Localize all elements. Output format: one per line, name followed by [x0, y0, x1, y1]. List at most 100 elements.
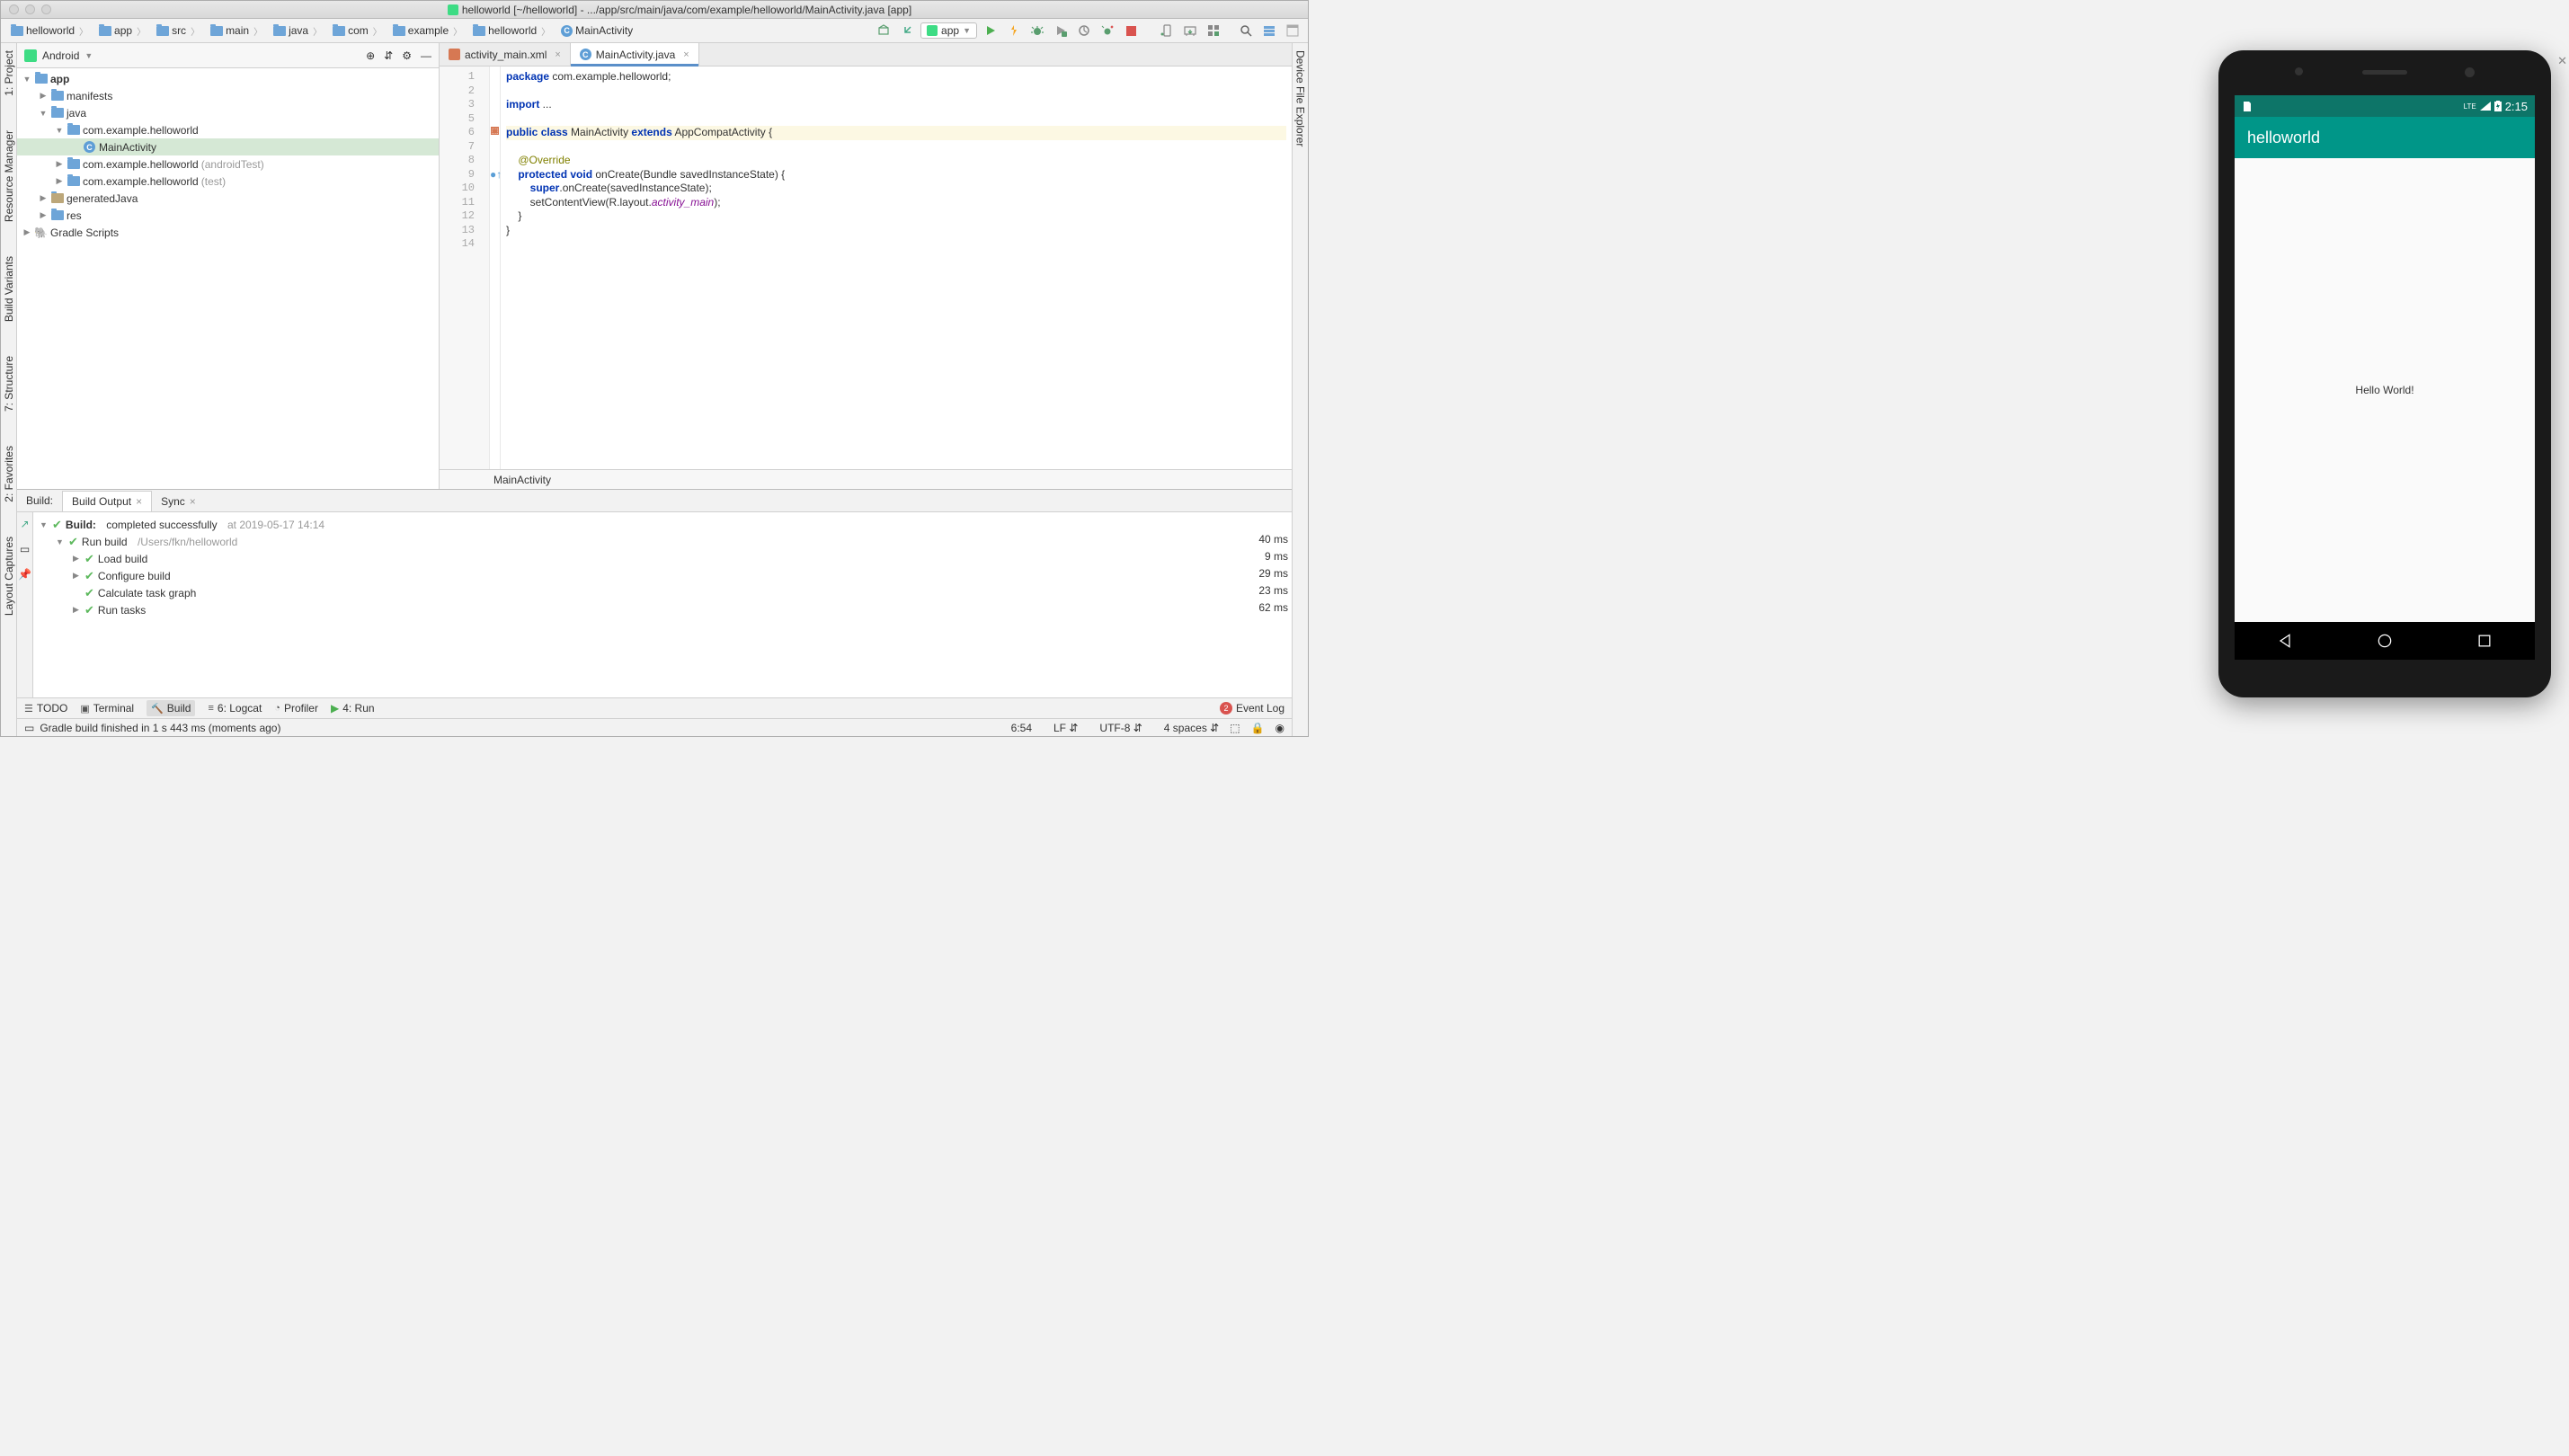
android-icon [927, 25, 938, 36]
tree-row[interactable]: ▶manifests [17, 87, 439, 104]
tree-row[interactable]: ▶com.example.helloworld (androidTest) [17, 155, 439, 173]
line-number-gutter: 123567891011121314 [440, 67, 490, 469]
apply-changes-button[interactable] [1004, 21, 1024, 40]
window-title: helloworld [~/helloworld] - .../app/src/… [51, 4, 1308, 16]
breadcrumb-item[interactable]: example〉 [388, 22, 467, 40]
terminal-tool-tab[interactable]: ▣ Terminal [80, 702, 134, 715]
breadcrumb-item[interactable]: app〉 [94, 22, 150, 40]
profiler-tool-tab[interactable]: ◔ Profiler [274, 702, 318, 715]
run-configuration-selector[interactable]: app ▼ [920, 22, 977, 39]
profile-button[interactable] [1074, 21, 1094, 40]
project-structure-button[interactable] [1259, 21, 1279, 40]
build-panel-toolbar: ↗ ▭ 📌 [17, 512, 33, 697]
search-everywhere-button[interactable] [1236, 21, 1256, 40]
hide-panel-icon[interactable]: — [421, 49, 431, 62]
coverage-button[interactable] [1051, 21, 1071, 40]
app-content: Hello World! [2235, 158, 2535, 622]
tree-row[interactable]: ▶res [17, 207, 439, 224]
clock: 2:15 [2505, 100, 2528, 113]
home-button[interactable] [2376, 632, 2394, 650]
layout-captures-tool-tab[interactable]: Layout Captures [3, 533, 15, 619]
sd-card-icon [2242, 100, 2253, 112]
logcat-tool-tab[interactable]: ≡ 6: Logcat [208, 702, 262, 715]
sdk-manager-button[interactable] [1180, 21, 1200, 40]
file-encoding[interactable]: UTF-8 ⇵ [1089, 722, 1142, 734]
favorites-tool-tab[interactable]: 2: Favorites [3, 442, 15, 506]
sync-tab[interactable]: Sync× [152, 492, 205, 511]
android-status-bar: LTE 2:15 [2235, 95, 2535, 117]
minimize-window-button[interactable] [25, 4, 35, 14]
emulator-screen[interactable]: LTE 2:15 helloworld Hello World! [2235, 95, 2535, 660]
main-toolbar: app ▼ [874, 21, 1302, 40]
indent-setting[interactable]: 4 spaces ⇵ [1153, 722, 1219, 734]
tree-row[interactable]: ▶com.example.helloworld (test) [17, 173, 439, 190]
run-button[interactable] [981, 21, 1000, 40]
project-tree[interactable]: ▼app▶manifests▼java▼com.example.hellowor… [17, 68, 439, 489]
sync-gradle-button[interactable] [897, 21, 917, 40]
attach-debugger-button[interactable] [1098, 21, 1117, 40]
code-content[interactable]: package com.example.helloworld;import ..… [501, 67, 1292, 469]
collapse-all-icon[interactable]: ⇵ [384, 49, 393, 62]
debug-button[interactable] [1027, 21, 1047, 40]
gutter-annotations: ⬚●↑ [490, 67, 501, 469]
device-file-explorer-tab[interactable]: Device File Explorer [1294, 47, 1307, 150]
editor-tabs: activity_main.xml×CMainActivity.java× [440, 43, 1292, 67]
lock-icon: 🔒 [1251, 722, 1265, 734]
pin-icon[interactable]: 📌 [18, 568, 31, 581]
inspection-icon[interactable]: ◉ [1276, 722, 1284, 734]
breadcrumbs: helloworld〉app〉src〉main〉java〉com〉example… [6, 22, 637, 40]
resource-manager-tool-tab[interactable]: Resource Manager [3, 127, 15, 226]
breadcrumb-item[interactable]: com〉 [328, 22, 387, 40]
expand-toolbar-button[interactable] [1283, 21, 1302, 40]
editor-tab[interactable]: activity_main.xml× [440, 43, 571, 66]
tree-row[interactable]: ▶🐘Gradle Scripts [17, 224, 439, 241]
avd-manager-button[interactable] [1157, 21, 1177, 40]
bottom-tool-strip: ☰ TODO ▣ Terminal 🔨 Build ≡ 6: Logcat ◔ … [17, 697, 1292, 718]
make-project-button[interactable] [874, 21, 893, 40]
build-output-tab[interactable]: Build Output× [62, 491, 152, 511]
build-tool-tab[interactable]: 🔨 Build [147, 700, 195, 716]
editor-tab[interactable]: CMainActivity.java× [571, 43, 699, 66]
breadcrumb-item[interactable]: main〉 [206, 22, 267, 40]
resource-manager-button[interactable] [1204, 21, 1223, 40]
build-variants-tool-tab[interactable]: Build Variants [3, 253, 15, 325]
stop-button[interactable] [1121, 21, 1141, 40]
back-button[interactable] [2276, 632, 2294, 650]
tree-row[interactable]: ▼app [17, 70, 439, 87]
breadcrumb-item[interactable]: CMainActivity [556, 22, 637, 39]
emulator-close-button[interactable]: ✕ [2557, 54, 2567, 68]
rerun-build-icon[interactable]: ↗ [20, 518, 29, 530]
caret-position[interactable]: 6:54 [1011, 722, 1032, 734]
close-window-button[interactable] [9, 4, 19, 14]
tree-row[interactable]: ▼java [17, 104, 439, 121]
toggle-view-icon[interactable]: ▭ [20, 543, 30, 555]
structure-tool-tab[interactable]: 7: Structure [3, 352, 15, 415]
todo-tool-tab[interactable]: ☰ TODO [24, 702, 67, 715]
status-bar: ▭ Gradle build finished in 1 s 443 ms (m… [17, 718, 1292, 736]
breadcrumb-item[interactable]: helloworld〉 [468, 22, 555, 40]
close-tab-icon[interactable]: × [555, 49, 560, 60]
line-separator[interactable]: LF ⇵ [1043, 722, 1078, 734]
breadcrumb-item[interactable]: src〉 [152, 22, 204, 40]
project-view-selector[interactable]: Android [42, 49, 79, 62]
editor-area: activity_main.xml×CMainActivity.java× 12… [440, 43, 1292, 489]
breadcrumb-item[interactable]: helloworld〉 [6, 22, 93, 40]
run-tool-tab[interactable]: ▶ 4: Run [331, 702, 375, 715]
code-editor[interactable]: 123567891011121314 ⬚●↑ package com.examp… [440, 67, 1292, 469]
event-log-button[interactable]: 2 Event Log [1220, 702, 1284, 715]
close-tab-icon[interactable]: × [683, 49, 689, 60]
tree-row[interactable]: CMainActivity [17, 138, 439, 155]
project-tool-tab[interactable]: 1: Project [3, 47, 15, 100]
scroll-from-source-icon[interactable]: ⊕ [366, 49, 375, 62]
settings-gear-icon[interactable]: ⚙ [402, 49, 412, 62]
traffic-lights [1, 4, 51, 14]
tree-row[interactable]: ▶generatedJava [17, 190, 439, 207]
android-studio-icon [448, 4, 458, 15]
zoom-window-button[interactable] [41, 4, 51, 14]
device-frame: LTE 2:15 helloworld Hello World! [2218, 50, 2551, 697]
recents-button[interactable] [2476, 632, 2493, 650]
build-output-tree[interactable]: ▼✔Build: completed successfully at 2019-… [33, 512, 1249, 697]
breadcrumb-item[interactable]: java〉 [269, 22, 326, 40]
memory-indicator[interactable]: ⬚ [1230, 722, 1240, 734]
tree-row[interactable]: ▼com.example.helloworld [17, 121, 439, 138]
